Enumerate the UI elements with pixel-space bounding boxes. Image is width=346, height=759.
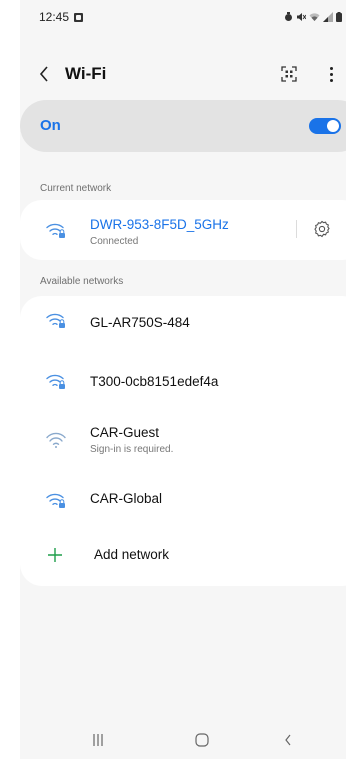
network-name: GL-AR750S-484 <box>90 315 190 330</box>
phone-screen: 12:45 Wi-Fi On Current network DWR-953-8… <box>20 0 346 759</box>
wifi-secured-icon <box>46 313 65 328</box>
qr-scan-icon <box>281 66 297 82</box>
recent-apps-icon[interactable] <box>91 733 105 747</box>
navigation-bar <box>20 720 346 759</box>
wifi-master-switch[interactable]: On <box>20 100 346 152</box>
wifi-toggle[interactable] <box>309 118 341 134</box>
current-network-card: DWR-953-8F5D_5GHz Connected <box>20 200 346 260</box>
page-title: Wi-Fi <box>65 64 107 83</box>
wifi-status-icon <box>309 13 320 21</box>
qr-scan-button[interactable] <box>280 65 298 83</box>
status-time: 12:45 <box>39 10 70 24</box>
current-network-row[interactable]: DWR-953-8F5D_5GHz Connected <box>20 200 346 260</box>
available-networks-card: GL-AR750S-484 T300-0cb8151edef4a CAR-Gue… <box>20 296 346 586</box>
image-notification-icon <box>74 12 84 22</box>
network-row[interactable]: T300-0cb8151edef4a <box>20 354 346 410</box>
gear-icon <box>314 220 330 238</box>
network-name: CAR-Global <box>90 491 163 506</box>
more-dot <box>329 72 333 76</box>
back-icon <box>39 66 48 82</box>
network-settings-button[interactable] <box>312 219 332 239</box>
network-name: T300-0cb8151edef4a <box>90 374 219 389</box>
signal-icon <box>323 12 333 22</box>
wifi-secured-icon <box>46 223 65 238</box>
battery-icon <box>336 12 342 22</box>
network-name: CAR-Guest <box>90 425 160 440</box>
wifi-secured-icon <box>46 374 65 389</box>
add-network-button[interactable]: Add network <box>20 528 346 584</box>
add-network-label: Add network <box>94 547 170 562</box>
app-bar: Wi-Fi <box>20 56 346 92</box>
wifi-switch-label: On <box>40 117 61 134</box>
more-options-button[interactable] <box>322 62 340 86</box>
status-bar: 12:45 <box>20 0 346 34</box>
wifi-secured-icon <box>46 493 65 508</box>
available-networks-label: Available networks <box>40 276 124 287</box>
alarm-icon <box>285 12 292 21</box>
mute-icon <box>297 13 306 21</box>
status-icons <box>284 0 342 34</box>
more-options-icon <box>329 66 333 70</box>
more-dot <box>329 78 333 82</box>
toggle-knob <box>327 120 339 132</box>
home-icon[interactable] <box>195 733 209 747</box>
network-note: Sign-in is required. <box>90 444 174 455</box>
plus-icon <box>48 548 62 562</box>
current-network-name: DWR-953-8F5D_5GHz <box>90 217 229 232</box>
network-row[interactable]: GL-AR750S-484 <box>20 296 346 354</box>
wifi-open-icon <box>46 432 66 448</box>
row-divider <box>296 220 297 238</box>
back-nav-icon[interactable] <box>282 732 294 748</box>
back-button[interactable] <box>34 62 54 86</box>
current-network-label: Current network <box>40 183 112 194</box>
network-row[interactable]: CAR-Global <box>20 472 346 528</box>
network-row[interactable]: CAR-Guest Sign-in is required. <box>20 410 346 472</box>
current-network-status: Connected <box>90 236 139 247</box>
